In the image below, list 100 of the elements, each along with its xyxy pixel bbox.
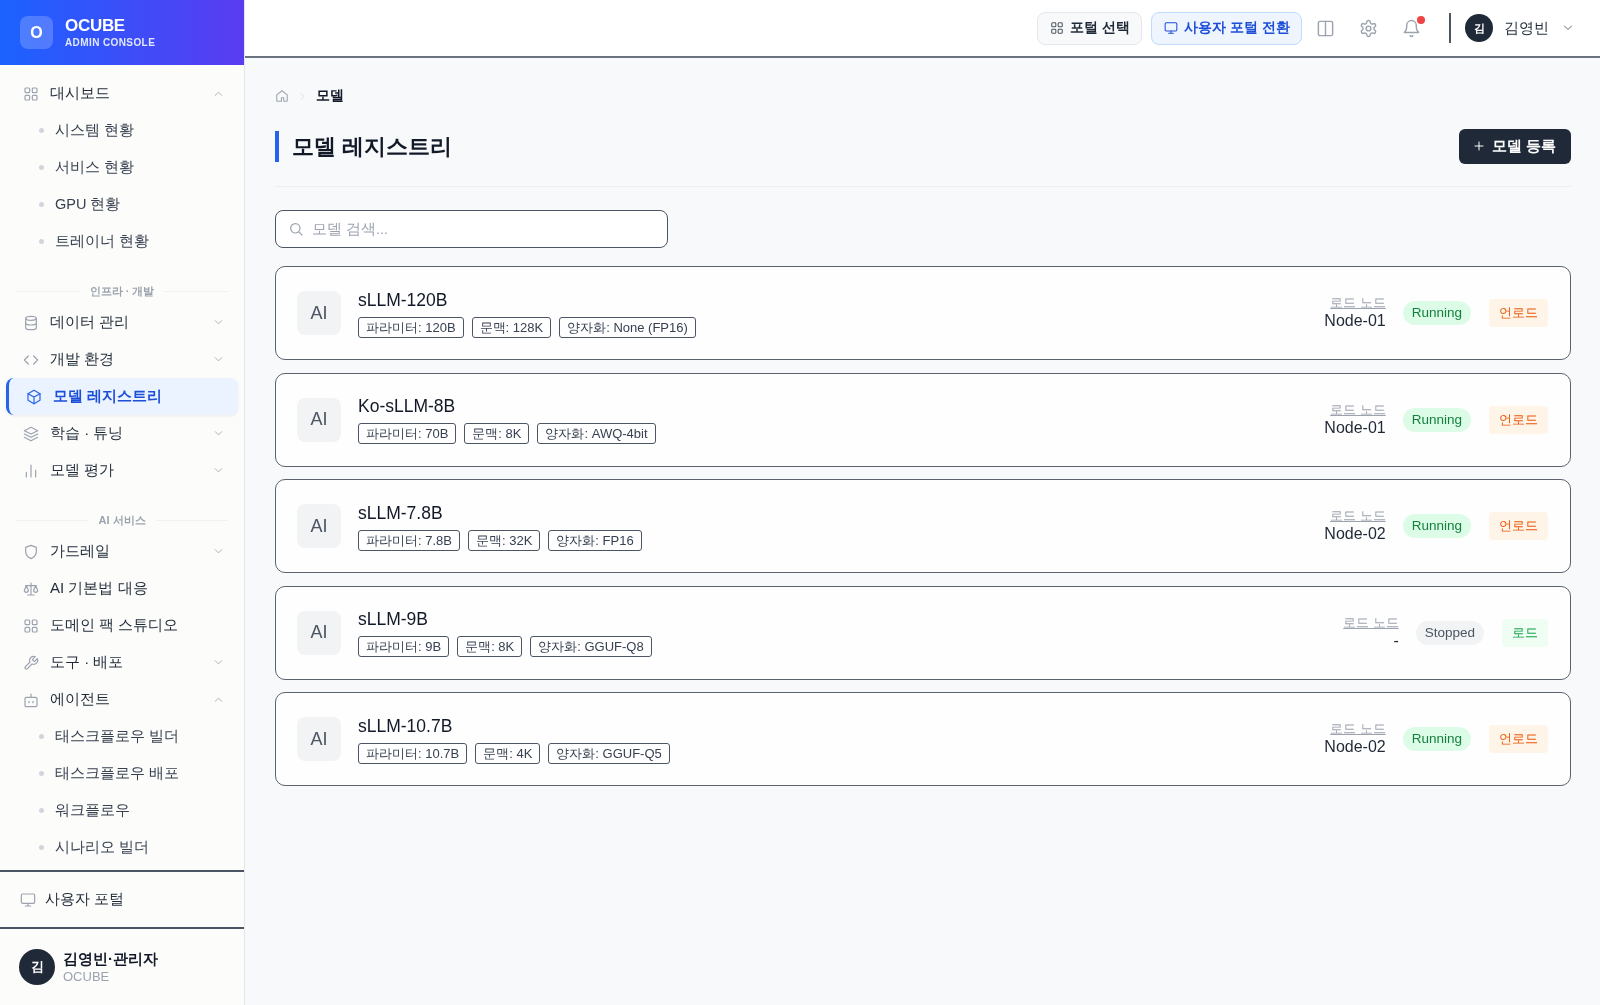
spec-tag: 파라미터: 9B: [358, 636, 450, 657]
model-name: sLLM-10.7B: [358, 714, 454, 737]
home-icon[interactable]: [275, 89, 289, 103]
spec-tag: 문맥: 8K: [457, 636, 523, 657]
section-label: AI 서비스: [98, 512, 146, 528]
nav-item[interactable]: 학습 · 튜닝: [6, 415, 238, 452]
wrench-icon: [23, 654, 39, 671]
nav-item[interactable]: 모델 평가: [6, 452, 238, 489]
user-menu[interactable]: 김영빈: [1504, 18, 1549, 38]
monitor-icon: [20, 891, 36, 908]
brand-name: OCUBE: [65, 15, 126, 36]
nav-subitem[interactable]: 서비스 현황: [0, 149, 244, 186]
model-name: Ko-sLLM-8B: [358, 395, 457, 417]
settings-icon[interactable]: [1359, 18, 1378, 38]
bullet-icon: [39, 808, 44, 813]
chevron-up-icon[interactable]: [213, 88, 224, 99]
nav-subitem[interactable]: 태스크플로우 배포: [0, 755, 244, 792]
chevron-up-icon[interactable]: [213, 694, 224, 705]
robot-icon: [23, 691, 39, 708]
node-label: 로드 노드: [1329, 295, 1386, 311]
nav-item[interactable]: AI 기본법 대응: [6, 570, 238, 607]
register-model-button[interactable]: 모델 등록: [1458, 128, 1571, 164]
status-pill: Running: [1402, 301, 1471, 325]
spec-tag: 파라미터: 7.8B: [358, 529, 460, 551]
nav-item[interactable]: 데이터 관리: [6, 304, 238, 341]
spec-tag: 양자화: GGUF-Q8: [530, 636, 652, 657]
page-title: 모델 레지스트리: [275, 130, 453, 162]
nav-item[interactable]: 에이전트: [6, 681, 238, 718]
grid-icon: [23, 617, 39, 634]
spec-tag: 양자화: AWQ-4bit: [537, 423, 656, 444]
nav-subitem[interactable]: 시스템 현황: [0, 112, 244, 149]
spec-tag: 파라미터: 70B: [358, 423, 457, 444]
status-pill: Stopped: [1415, 620, 1484, 645]
node-label: 로드 노드: [1329, 508, 1386, 524]
portal-button[interactable]: 사용자 포털 전환: [1151, 11, 1302, 45]
spec-tag: 양자화: GGUF-Q5: [548, 742, 670, 764]
split-panel-icon[interactable]: [1316, 18, 1335, 38]
node-value: Node-01: [1324, 311, 1386, 331]
plus-icon: [1472, 140, 1485, 152]
status-pill: Running: [1402, 514, 1471, 538]
node-value: Node-02: [1324, 737, 1386, 757]
spec-tag: 양자화: FP16: [548, 529, 642, 551]
status-pill: Running: [1402, 727, 1471, 751]
brand-subtitle: ADMIN CONSOLE: [65, 35, 156, 50]
nav-subitem[interactable]: 트레이너 현황: [0, 223, 244, 260]
monitor-icon: [1164, 21, 1179, 35]
bullet-icon: [39, 239, 44, 244]
breadcrumb-current: 모델: [316, 87, 344, 105]
nav-item[interactable]: 대시보드: [6, 75, 238, 112]
node-value: -: [1392, 630, 1399, 651]
spec-tag: 양자화: None (FP16): [559, 316, 696, 338]
user-organization: OCUBE: [63, 968, 111, 985]
bullet-icon: [39, 202, 44, 207]
user-portal-link[interactable]: 사용자 포털: [20, 890, 125, 909]
nav-subitem[interactable]: 워크플로우: [0, 792, 244, 829]
model-type-badge: AI: [297, 397, 341, 442]
model-type-badge: AI: [297, 610, 341, 655]
nav-subitem[interactable]: GPU 현황: [0, 186, 244, 223]
spec-tag: 문맥: 32K: [467, 529, 541, 551]
user-name: 김영빈·관리자: [63, 949, 158, 968]
model-name: sLLM-120B: [358, 288, 449, 311]
bullet-icon: [39, 845, 44, 850]
spec-tag: 문맥: 8K: [464, 423, 530, 444]
status-pill: Running: [1402, 407, 1471, 432]
grid-icon: [23, 85, 39, 102]
model-name: sLLM-7.8B: [358, 501, 444, 524]
model-type-badge: AI: [297, 504, 341, 548]
spec-tag: 문맥: 128K: [471, 316, 552, 338]
node-label: 로드 노드: [1329, 401, 1386, 418]
portal-button[interactable]: 포털 선택: [1037, 11, 1143, 45]
scale-icon: [23, 580, 39, 597]
nav-item[interactable]: 도메인 팩 스튜디오: [6, 607, 238, 644]
spec-tag: 파라미터: 10.7B: [358, 742, 468, 764]
nav-item[interactable]: 가드레일: [6, 533, 238, 570]
nav-item[interactable]: 도구 · 배포: [6, 644, 238, 681]
section-label: 인프라 · 개발: [89, 283, 155, 299]
nav-subitem[interactable]: 태스크플로우 빌더: [0, 718, 244, 755]
bar-chart-icon: [23, 462, 39, 479]
search-icon: [288, 221, 304, 237]
nav-item[interactable]: 개발 환경: [6, 341, 238, 378]
model-name: sLLM-9B: [358, 608, 430, 630]
user-avatar: 김: [1465, 14, 1493, 42]
user-avatar: 김: [19, 949, 55, 985]
node-value: Node-01: [1324, 417, 1386, 438]
model-type-badge: AI: [297, 291, 341, 335]
spec-tag: 문맥: 4K: [475, 742, 541, 764]
spec-tag: 파라미터: 120B: [358, 316, 464, 338]
nav-item[interactable]: 모델 레지스트리: [6, 378, 238, 415]
model-type-badge: AI: [297, 717, 341, 761]
node-label: 로드 노드: [1329, 721, 1386, 737]
bullet-icon: [39, 771, 44, 776]
node-label: 로드 노드: [1343, 614, 1399, 631]
nav-subitem[interactable]: 시나리오 빌더: [0, 829, 244, 866]
database-icon: [23, 314, 39, 331]
bell-icon[interactable]: [1402, 18, 1421, 38]
node-value: Node-02: [1324, 524, 1386, 544]
bullet-icon: [39, 128, 44, 133]
grid-icon: [1050, 21, 1065, 35]
search-field[interactable]: 모델 검색...: [275, 210, 668, 248]
logo-mark: O: [20, 16, 53, 49]
